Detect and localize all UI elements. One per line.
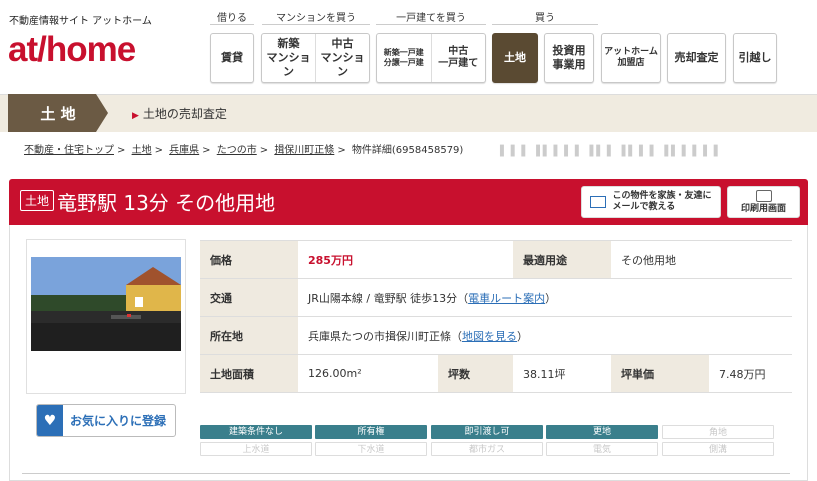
access-cell: JR山陽本線 / 竜野駅 徒歩13分（電車ルート案内）: [298, 278, 792, 317]
price-label: 価格: [200, 240, 298, 279]
mail-icon: [590, 196, 607, 208]
nav-investment[interactable]: 投資用 事業用: [544, 33, 594, 83]
feature-tag: 都市ガス: [431, 442, 543, 456]
breadcrumb-prefecture[interactable]: 兵庫県: [169, 145, 199, 156]
tsubo-price-value: 7.48万円: [709, 354, 792, 393]
address-label: 所在地: [200, 316, 298, 355]
nav-sell[interactable]: 売却査定: [667, 33, 726, 83]
feature-tag: 電気: [546, 442, 658, 456]
nav-new-house[interactable]: 新築一戸建 分譲一戸建: [377, 34, 432, 82]
nav-land[interactable]: 土地: [492, 33, 538, 83]
nav-franchise[interactable]: アットホーム 加盟店: [601, 33, 661, 83]
property-spec-table: 価格 285万円 最適用途 その他用地 交通 JR山陽本線 / 竜野駅 徒歩13…: [200, 240, 792, 393]
feature-tag: 下水道: [315, 442, 427, 456]
breadcrumb-town[interactable]: 揖保川町正條: [274, 145, 334, 156]
nav-mansion-group: 新築 マンション 中古 マンション: [261, 33, 370, 83]
breadcrumb: 不動産・住宅トップ > 土地 > 兵庫県 > たつの市 > 揖保川町正條 > 物件詳細(6…: [24, 145, 464, 156]
group-mansion: マンションを買う: [262, 9, 370, 25]
breadcrumb-top[interactable]: 不動産・住宅トップ: [24, 145, 114, 156]
land-photo-image: [31, 257, 181, 351]
tsubo-value: 38.11坪: [513, 354, 611, 393]
section-divider: [22, 473, 790, 474]
access-label: 交通: [200, 278, 298, 317]
share-email-button[interactable]: この物件を家族・友達に メールで教える: [581, 186, 721, 218]
nav-new-mansion[interactable]: 新築 マンション: [262, 34, 316, 82]
address-cell: 兵庫県たつの市揖保川町正條（地図を見る）: [298, 316, 792, 355]
site-tagline: 不動産情報サイト アットホーム: [9, 16, 152, 27]
breadcrumb-land[interactable]: 土地: [132, 145, 152, 156]
table-row: 土地面積 126.00m² 坪数 38.11坪 坪単価 7.48万円: [200, 354, 792, 393]
feature-tag: 更地: [546, 425, 658, 439]
property-type-badge: 土地: [20, 190, 55, 211]
group-rent: 借りる: [210, 9, 254, 25]
use-value: その他用地: [611, 240, 792, 279]
feature-tag: 即引渡し可: [431, 425, 543, 439]
area-label: 土地面積: [200, 354, 298, 393]
property-title-bar: 土地 竜野駅 13分 その他用地 この物件を家族・友達に メールで教える 印刷用…: [9, 179, 808, 225]
area-value: 126.00m²: [298, 354, 438, 393]
athome-logo[interactable]: at/home: [8, 30, 136, 70]
favorite-button[interactable]: ♥ お気に入りに登録: [36, 404, 176, 437]
print-button[interactable]: 印刷用画面: [727, 186, 800, 218]
tsubo-label: 坪数: [438, 354, 513, 393]
table-row: 所在地 兵庫県たつの市揖保川町正條（地図を見る）: [200, 316, 792, 355]
share-email-label: この物件を家族・友達に メールで教える: [612, 191, 712, 212]
category-band: [0, 94, 817, 132]
map-link[interactable]: 地図を見る: [462, 330, 517, 343]
nav-chintai[interactable]: 賃貸: [210, 33, 254, 83]
triangle-right-icon: ▶: [132, 111, 139, 121]
nav-used-mansion[interactable]: 中古 マンション: [316, 34, 369, 82]
print-label: 印刷用画面: [740, 203, 786, 214]
table-row: 交通 JR山陽本線 / 竜野駅 徒歩13分（電車ルート案内）: [200, 278, 792, 317]
group-buy: 買う: [492, 9, 598, 25]
breadcrumb-current: 物件詳細(6958458579): [351, 145, 464, 156]
favorite-label: お気に入りに登録: [70, 414, 167, 428]
feature-tag: 建築条件なし: [200, 425, 312, 439]
subnav-label: 土地の売却査定: [142, 107, 227, 121]
tsubo-price-label: 坪単価: [611, 354, 709, 393]
printer-icon: [755, 189, 772, 202]
feature-tag: 所有権: [315, 425, 427, 439]
site-header: 不動産情報サイト アットホーム at/home 借りる マンションを買う 一戸建…: [0, 0, 817, 94]
property-title: 竜野駅 13分 その他用地: [57, 191, 276, 215]
price-value: 285万円: [298, 240, 513, 279]
group-house: 一戸建てを買う: [376, 9, 486, 25]
feature-tag: 上水道: [200, 442, 312, 456]
access-value: JR山陽本線 / 竜野駅 徒歩13分: [308, 291, 458, 305]
use-label: 最適用途: [513, 240, 611, 279]
feature-tag: 角地: [662, 425, 774, 439]
table-row: 価格 285万円 最適用途 その他用地: [200, 240, 792, 279]
nav-moving[interactable]: 引越し: [733, 33, 777, 83]
nav-used-house[interactable]: 中古 一戸建て: [432, 34, 486, 82]
property-photo[interactable]: [26, 239, 186, 394]
subnav-sell-assessment[interactable]: ▶ 土地の売却査定: [132, 105, 227, 122]
breadcrumb-city[interactable]: たつの市: [217, 145, 257, 156]
nav-house-group: 新築一戸建 分譲一戸建 中古 一戸建て: [376, 33, 486, 83]
feature-tag: 側溝: [662, 442, 774, 456]
address-value: 兵庫県たつの市揖保川町正條: [308, 329, 451, 343]
route-link[interactable]: 電車ルート案内: [468, 292, 545, 305]
category-label: 土 地: [8, 94, 108, 132]
heart-icon: ♥: [37, 405, 63, 436]
faded-banner-artifact: ▌▌▌▐▌▌▌▌▐▌▌▐▌▌▌▐▌▌▌▌▌: [500, 146, 725, 157]
